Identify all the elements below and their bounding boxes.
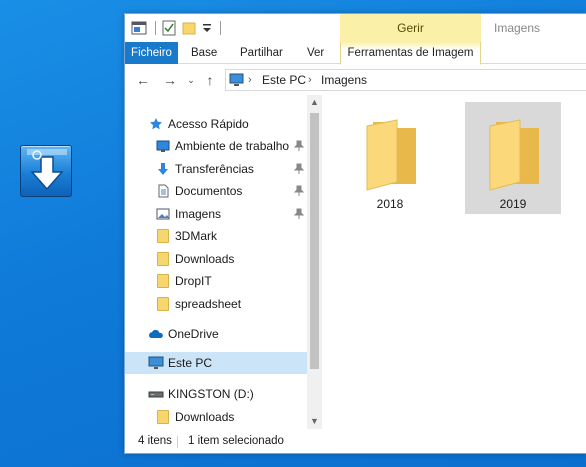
nav-quick-access[interactable]: Acesso Rápido [125,113,307,135]
nav-item-label: Acesso Rápido [168,117,249,131]
scroll-down-arrow-icon[interactable]: ▼ [307,414,322,429]
nav-item-label: Downloads [175,252,235,266]
up-arrow-icon[interactable]: ↑ [203,72,217,88]
folder-item-selected[interactable]: 2019 [465,102,561,214]
ribbon-tabs: Ficheiro Base Partilhar Ver Ferramentas … [125,42,586,65]
navigation-bar: ← → ⌄ ↑ › Este PC › Imagens [125,65,586,95]
tab-home[interactable]: Base [191,42,217,64]
new-folder-icon[interactable] [182,21,196,35]
nav-item-label: DropIT [175,274,212,288]
folder-item[interactable]: 2018 [342,102,438,214]
nav-desktop[interactable]: Ambiente de trabalho [125,135,307,157]
nav-drive-kingston[interactable]: KINGSTON (D:) [125,383,307,405]
scroll-up-arrow-icon[interactable]: ▲ [307,95,322,110]
address-bar[interactable]: › Este PC › Imagens [225,69,586,91]
star-icon [150,118,162,130]
customize-toolbar-icon[interactable] [202,21,212,35]
download-arrow-icon [27,149,67,191]
recent-locations-chevron-icon[interactable]: ⌄ [186,72,196,88]
nav-folder[interactable]: DropIT [125,270,307,292]
download-arrow-icon [158,163,168,175]
folder-item-label: 2018 [376,197,404,211]
selection-count: 1 item selecionado [188,435,284,447]
status-bar: 4 itens 1 item selecionado [125,429,586,454]
toolbar-divider [220,21,221,35]
nav-item-label: Este PC [168,356,213,370]
folder-item-label: 2019 [499,197,527,211]
this-pc-icon [148,356,164,369]
nav-documents[interactable]: Documentos [125,180,307,202]
nav-item-label: spreadsheet [175,297,242,311]
folder-icon [157,410,169,424]
nav-downloads-pinned[interactable]: Transferências [125,158,307,180]
breadcrumb-this-pc[interactable]: Este PC [262,70,306,90]
tab-share[interactable]: Partilhar [240,42,283,64]
nav-item-label: Downloads [175,410,235,424]
nav-folder[interactable]: Downloads [125,406,307,428]
pin-icon[interactable] [293,140,305,152]
back-arrow-icon[interactable]: ← [136,72,150,88]
content-pane: 2018 2019 [330,95,586,429]
cloud-icon [149,329,163,338]
breadcrumb-pictures[interactable]: Imagens [321,70,367,90]
nav-pictures[interactable]: Imagens [125,203,307,225]
nav-this-pc[interactable]: Este PC [125,352,307,374]
status-divider [177,436,178,448]
nav-item-label: KINGSTON (D:) [168,387,254,401]
folder-icon [157,297,169,311]
window-icon[interactable] [131,21,147,35]
nav-item-label: OneDrive [168,327,219,341]
dropit-desktop-shortcut[interactable] [20,145,72,197]
nav-folder[interactable]: Downloads [125,248,307,270]
nav-item-label: Ambiente de trabalho [175,139,290,153]
quick-access-toolbar [131,20,221,36]
pin-icon[interactable] [293,208,305,220]
breadcrumb-separator-icon[interactable]: › [248,70,252,90]
breadcrumb-separator-icon[interactable]: › [308,70,312,90]
nav-item-label: 3DMark [175,229,218,243]
toolbar-divider [155,21,156,35]
window-title: Imagens [494,21,541,35]
title-bar: Gerir Imagens [125,14,586,42]
file-explorer-window: Gerir Imagens Ficheiro Base Partilhar Ve… [124,13,586,454]
pictures-icon [156,208,170,220]
folder-icon [157,229,169,243]
nav-item-label: Imagens [175,207,222,221]
pin-icon[interactable] [293,163,305,175]
folder-icon [157,252,169,266]
nav-item-label: Transferências [175,162,254,176]
context-group-label: Gerir [340,14,481,42]
forward-arrow-icon[interactable]: → [163,72,177,88]
nav-item-label: Documentos [175,184,243,198]
document-icon [158,184,169,198]
folder-icon [489,119,539,191]
tab-file[interactable]: Ficheiro [125,42,178,64]
tab-picture-tools[interactable]: Ferramentas de Imagem [340,42,481,65]
folder-icon [157,274,169,288]
desktop-icon [156,140,170,152]
nav-scrollbar[interactable]: ▲ ▼ [307,95,322,429]
nav-folder[interactable]: spreadsheet [125,293,307,315]
nav-onedrive[interactable]: OneDrive [125,323,307,345]
usb-drive-icon [148,391,164,398]
nav-folder[interactable]: 3DMark [125,225,307,247]
tab-view[interactable]: Ver [307,42,324,64]
this-pc-icon [229,73,244,86]
item-count: 4 itens [138,435,172,447]
folder-icon [366,119,416,191]
properties-icon[interactable] [162,20,176,36]
scrollbar-thumb[interactable] [310,113,319,369]
navigation-pane: Acesso Rápido Ambiente de trabalho Trans… [125,95,322,429]
pin-icon[interactable] [293,185,305,197]
